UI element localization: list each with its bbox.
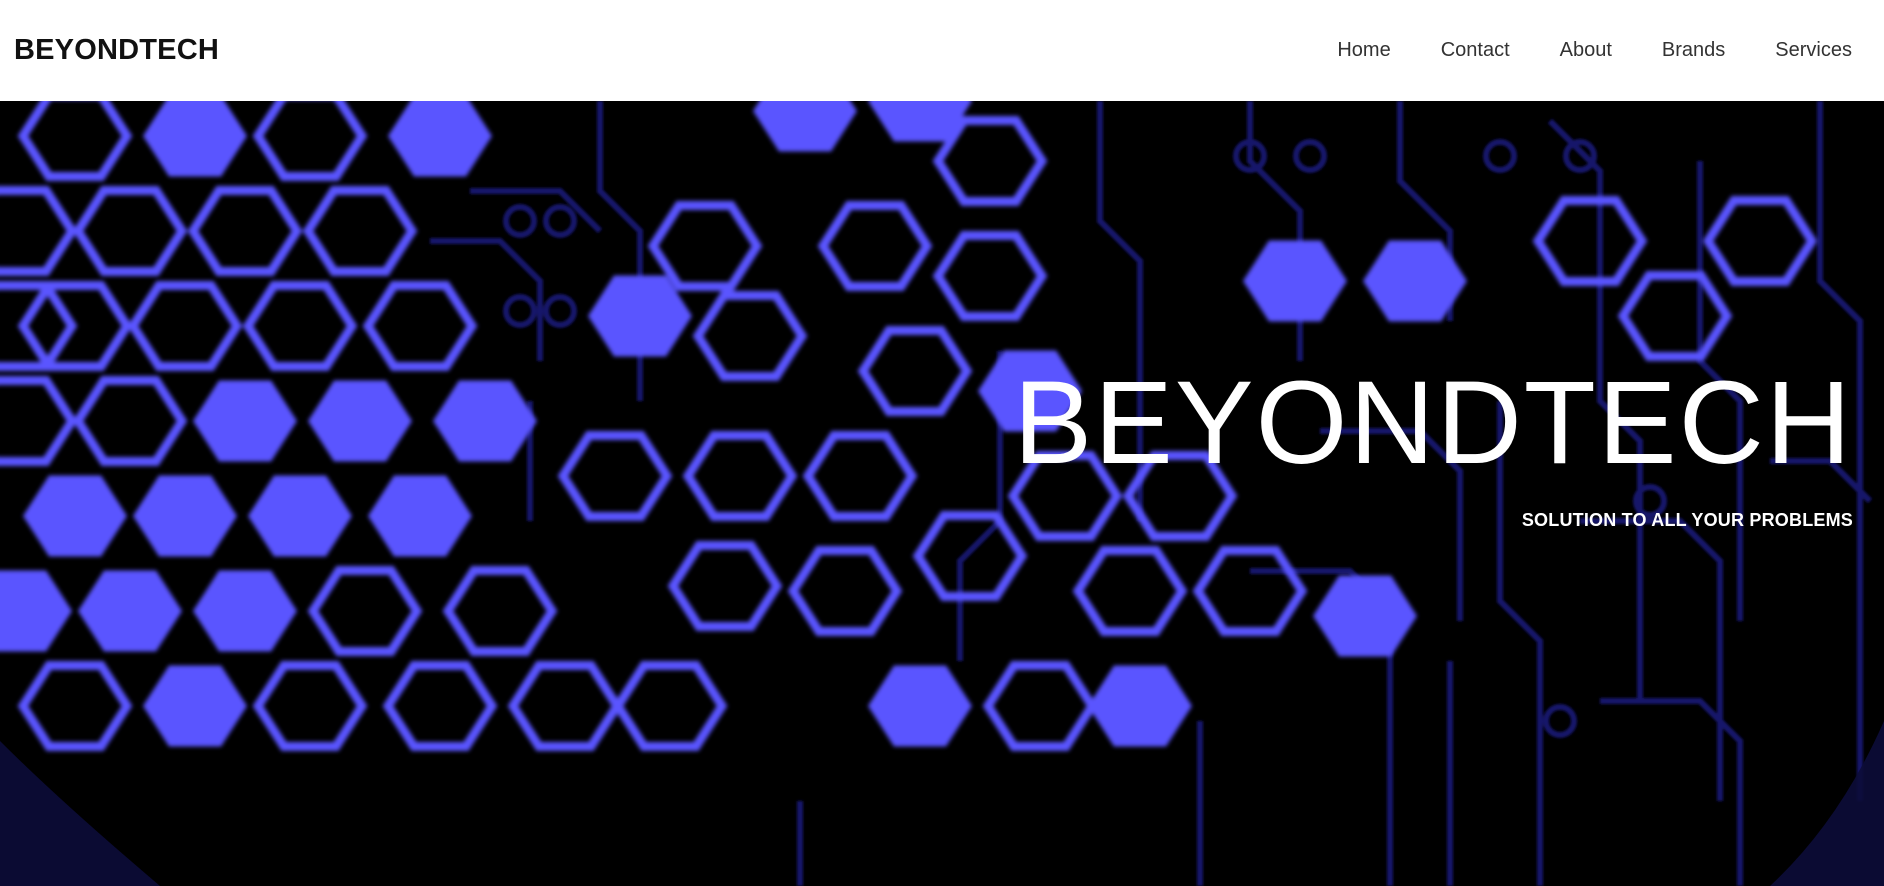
outline-hexagon	[187, 186, 303, 276]
outline-hexagon	[557, 431, 673, 521]
circuit-pad	[543, 294, 577, 328]
outline-hexagon	[17, 101, 133, 181]
hero-text-block: BEYONDTECH SOLUTION TO ALL YOUR PROBLEMS	[1013, 364, 1853, 531]
filled-hexagon	[308, 380, 412, 462]
nav-link-services[interactable]: Services	[1775, 39, 1852, 62]
outline-hexagon	[252, 661, 368, 751]
outline-hexagon	[302, 186, 418, 276]
outline-hexagon	[787, 546, 903, 636]
outline-hexagon	[382, 661, 498, 751]
outline-hexagon	[442, 566, 558, 656]
filled-hexagon	[1243, 240, 1347, 322]
hero-section: BEYONDTECH SOLUTION TO ALL YOUR PROBLEMS	[0, 101, 1884, 886]
outline-hexagon	[667, 541, 783, 631]
outline-hexagon	[17, 661, 133, 751]
brand-logo[interactable]: BEYONDTECH	[14, 34, 219, 67]
filled-hexagon	[753, 101, 857, 152]
outline-hexagon	[1192, 546, 1308, 636]
outline-hexagon	[932, 231, 1048, 321]
filled-hexagon	[78, 570, 182, 652]
outline-hexagon	[307, 566, 423, 656]
outline-hexagon	[362, 281, 478, 371]
hero-subtitle: SOLUTION TO ALL YOUR PROBLEMS	[1521, 510, 1853, 530]
filled-hexagon	[143, 101, 247, 177]
outline-hexagon	[1617, 271, 1733, 361]
outline-hexagon	[1702, 196, 1818, 286]
nav-link-about[interactable]: About	[1560, 39, 1612, 62]
filled-hexagon	[143, 665, 247, 747]
outline-hexagon	[1532, 196, 1648, 286]
outline-hexagon	[0, 376, 78, 466]
outline-hexagon	[932, 116, 1048, 206]
filled-hexagon	[193, 570, 297, 652]
outline-hexagon	[912, 511, 1028, 601]
filled-hexagon	[388, 101, 492, 177]
outline-hexagon	[1072, 546, 1188, 636]
outline-hexagon	[72, 186, 188, 276]
nav-link-brands[interactable]: Brands	[1662, 39, 1725, 62]
filled-hexagon	[1313, 575, 1417, 657]
filled-hexagon	[368, 475, 472, 557]
outline-hexagon	[612, 661, 728, 751]
filled-hexagon	[248, 475, 352, 557]
circuit-pad	[503, 294, 537, 328]
outline-hexagon	[692, 291, 808, 381]
outline-hexagon	[507, 661, 623, 751]
circuit-pad	[503, 204, 537, 238]
circuit-pad	[543, 204, 577, 238]
outline-hexagon	[857, 326, 973, 416]
circuit-trace	[1580, 518, 1723, 801]
outline-hexagon	[0, 186, 78, 276]
outline-hexagon	[252, 101, 368, 181]
nav-links: Home Contact About Brands Services	[1287, 39, 1852, 62]
circuit-pad	[1543, 704, 1577, 738]
outline-hexagon	[802, 431, 918, 521]
outline-hexagon	[982, 661, 1098, 751]
outline-hexagon	[127, 281, 243, 371]
outline-hexagon	[682, 431, 798, 521]
filled-hexagon	[868, 665, 972, 747]
filled-hexagon	[0, 570, 72, 652]
filled-hexagon	[1088, 665, 1192, 747]
outline-hexagon	[242, 281, 358, 371]
outline-hexagon	[72, 376, 188, 466]
nav-link-contact[interactable]: Contact	[1441, 39, 1510, 62]
filled-hexagon	[433, 380, 537, 462]
outline-hexagon	[817, 201, 933, 291]
filled-hexagon	[193, 380, 297, 462]
nav-link-home[interactable]: Home	[1337, 39, 1390, 62]
filled-hexagon	[23, 475, 127, 557]
circuit-pad	[1563, 139, 1597, 173]
outline-hexagon	[647, 201, 763, 291]
navbar: BEYONDTECH Home Contact About Brands Ser…	[0, 0, 1884, 101]
circuit-trace	[1247, 101, 1303, 361]
circuit-trace	[430, 238, 543, 361]
hero-title: BEYONDTECH	[1013, 357, 1853, 489]
circuit-pad	[1293, 139, 1327, 173]
circuit-pad	[1483, 139, 1517, 173]
filled-hexagon	[133, 475, 237, 557]
